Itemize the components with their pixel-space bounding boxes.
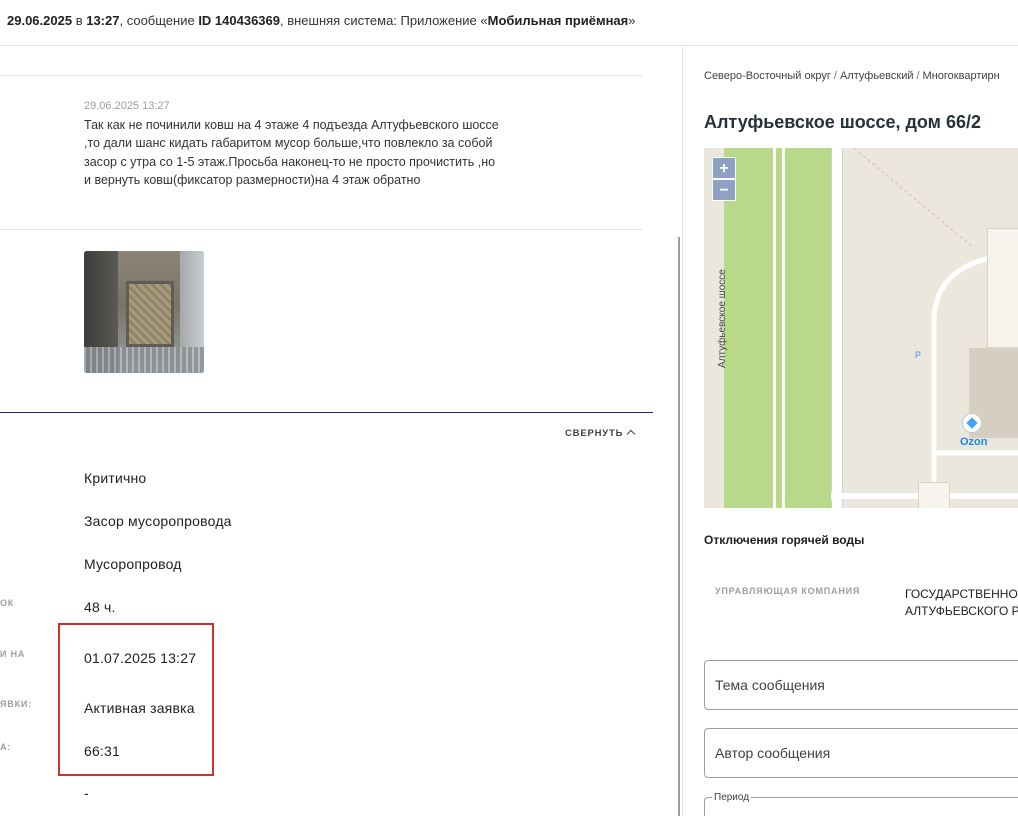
- header-message-prefix: , сообщение: [119, 13, 199, 28]
- management-company-label: УПРАВЛЯЮЩАЯ КОМПАНИЯ: [715, 586, 861, 596]
- chevron-up-icon: [626, 429, 636, 439]
- management-company-line: АЛТУФЬЕВСКОГО Р: [905, 604, 1018, 618]
- zoom-controls: + −: [712, 157, 738, 205]
- breadcrumb: Северо-Восточный округ / Алтуфьевский / Мног…: [704, 70, 1000, 82]
- management-company-value: ГОСУДАРСТВЕННО АЛТУФЬЕВСКОГО Р: [905, 586, 1018, 620]
- field-label-remaining-time: А:: [0, 742, 12, 752]
- message-header: 29.06.2025 в 13:27, сообщение ID 1404363…: [0, 0, 1018, 46]
- header-system-prefix: , внешняя система: Приложение «: [280, 13, 488, 28]
- header-message-id: ID 140436369: [198, 13, 280, 28]
- header-time: 13:27: [86, 13, 120, 28]
- map-building: [987, 228, 1018, 348]
- author-field[interactable]: [704, 728, 1018, 778]
- map-building: [918, 482, 950, 508]
- subject-field[interactable]: [704, 660, 1018, 710]
- map-roads: [853, 148, 1018, 498]
- field-label-due-date: И НА: [0, 649, 26, 659]
- management-company-line: ГОСУДАРСТВЕННО: [905, 587, 1018, 601]
- section-divider: [0, 412, 653, 413]
- header-system-name: Мобильная приёмная: [487, 13, 629, 28]
- breadcrumb-separator: /: [916, 70, 920, 82]
- breadcrumb-separator: /: [833, 70, 837, 82]
- subject-input[interactable]: [715, 675, 1015, 695]
- field-value-category: Мусоропровод: [84, 556, 182, 572]
- zoom-in-button[interactable]: +: [712, 157, 736, 179]
- header-system-suffix: »: [628, 13, 636, 28]
- scrollbar[interactable]: [678, 237, 680, 816]
- field-value-deadline: 48 ч.: [84, 599, 116, 615]
- collapse-button[interactable]: СВЕРНУТЬ: [565, 428, 636, 439]
- ozon-pin-icon[interactable]: [962, 413, 982, 433]
- collapse-label: СВЕРНУТЬ: [565, 428, 624, 439]
- author-input[interactable]: [715, 743, 1015, 763]
- period-field[interactable]: [704, 797, 1018, 816]
- message-text: Так как не починили ковш на 4 этаже 4 по…: [84, 118, 499, 187]
- street-label: Алтуфьевское шоссе: [717, 269, 728, 368]
- message-meta: 29.06.2025 в 13:27, сообщение ID 1404363…: [7, 13, 635, 28]
- message-date: 29.06.2025 13:27: [84, 100, 170, 112]
- field-label-status: ЯВКИ:: [0, 699, 32, 709]
- breadcrumb-item-area[interactable]: Алтуфьевский: [840, 70, 914, 82]
- field-label-deadline: ОК: [0, 598, 15, 608]
- field-value-problem: Засор мусоропровода: [84, 513, 232, 529]
- highlight-box: [58, 623, 214, 776]
- attachment-photo-thumbnail[interactable]: [84, 251, 204, 373]
- address-pane: Северо-Восточный округ / Алтуфьевский / Мног…: [684, 47, 1018, 816]
- hot-water-title: Отключения горячей воды: [704, 533, 865, 547]
- header-date: 29.06.2025: [7, 13, 73, 28]
- header-in: в: [72, 13, 87, 28]
- poi-label: Ozon: [960, 436, 988, 448]
- divider: [0, 75, 642, 76]
- field-value-extra: -: [84, 785, 89, 801]
- address-title: Алтуфьевское шоссе, дом 66/2: [704, 112, 982, 132]
- period-label: Период: [712, 792, 752, 803]
- breadcrumb-item-district[interactable]: Северо-Восточный округ: [704, 70, 831, 82]
- field-value-criticality: Критично: [84, 470, 147, 486]
- breadcrumb-item-building-type[interactable]: Многоквартирн: [923, 70, 1000, 82]
- parking-label: P: [915, 350, 922, 360]
- zoom-out-button[interactable]: −: [712, 179, 736, 201]
- divider: [0, 229, 642, 230]
- map[interactable]: P Ozon Алтуфьевское шоссе + −: [704, 148, 1018, 508]
